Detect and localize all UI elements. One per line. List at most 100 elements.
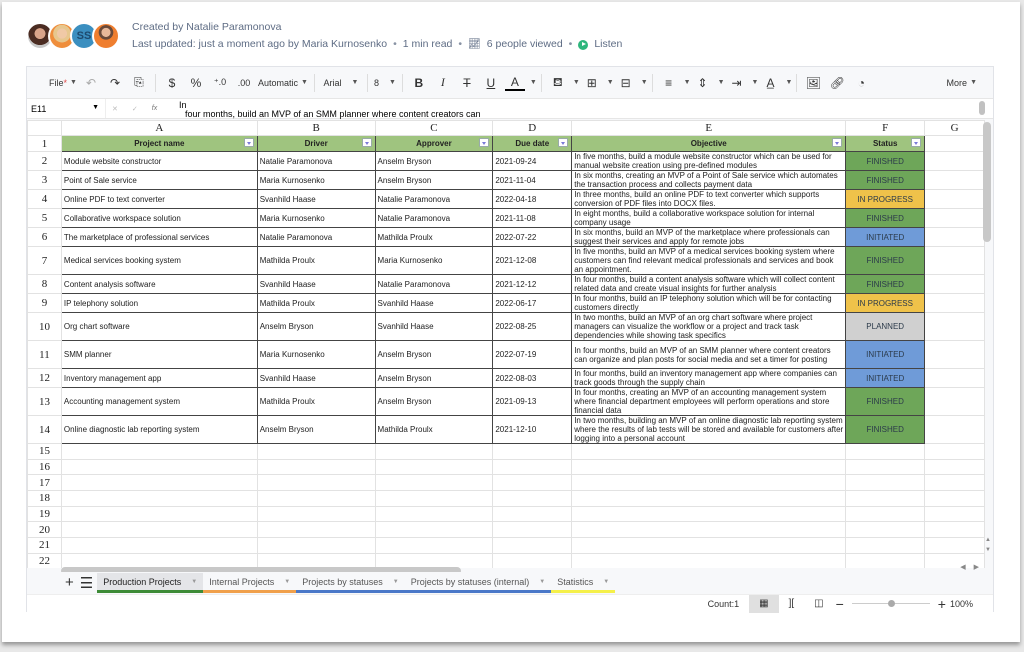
add-sheet-icon[interactable]: + [65,574,74,592]
cell[interactable] [60,505,258,523]
row-number[interactable]: 11 [27,340,62,369]
chevron-down-icon[interactable]: ▼ [641,79,648,86]
cell[interactable] [492,490,573,507]
row-number[interactable]: 2 [27,151,62,171]
cell-driver[interactable]: Mathilda Proulx [256,293,376,313]
cell[interactable] [924,151,985,171]
cell-name[interactable]: Inventory management app [60,368,258,388]
page-break-view-icon[interactable]: ][ [779,595,805,613]
cell-name[interactable]: Module website constructor [60,151,258,171]
chevron-down-icon[interactable]: ▼ [573,79,580,86]
cell[interactable] [256,552,376,568]
column-header[interactable]: E [571,120,847,136]
cell-due[interactable]: 2021-09-13 [492,387,573,416]
row-number[interactable]: 18 [27,490,62,507]
cell-driver[interactable]: Anselm Bryson [256,312,376,341]
cell[interactable] [256,505,376,523]
header-cell[interactable]: Due date [492,135,573,152]
people-viewed-link[interactable]: 6 people viewed [487,36,563,53]
cell-objective[interactable]: In six months, creating an MVP of a Poin… [571,170,847,190]
listen-button[interactable]: Listen [594,36,622,53]
vertical-align-icon[interactable]: ⇕ [693,72,713,94]
row-number[interactable]: 10 [27,312,62,341]
cell-due[interactable]: 2022-06-17 [492,293,573,313]
cell-objective[interactable]: In two months, building an MVP of an onl… [571,415,847,444]
cell[interactable] [845,474,926,492]
cell-due[interactable]: 2022-04-18 [492,189,573,209]
cell[interactable] [924,293,985,313]
merge-cells-icon[interactable]: ⊟ [616,72,636,94]
cell[interactable] [256,474,376,492]
cell[interactable] [492,443,573,460]
cell[interactable] [924,246,985,275]
redo-icon[interactable]: ↷ [105,72,125,94]
header-cell[interactable]: Status [845,135,926,152]
cell-driver[interactable]: Natalie Paramonova [256,151,376,171]
column-header[interactable]: C [374,120,494,136]
chevron-down-icon[interactable]: ▼ [752,79,759,86]
cell-due[interactable]: 2022-08-25 [492,312,573,341]
cell-approver[interactable]: Anselm Bryson [374,340,494,369]
cell-name[interactable]: Point of Sale service [60,170,258,190]
italic-icon[interactable]: I [433,72,453,94]
cell[interactable] [924,387,985,416]
cell-driver[interactable]: Anselm Bryson [256,415,376,444]
filter-dropdown-icon[interactable] [361,138,372,147]
cell-approver[interactable]: Maria Kurnosenko [374,246,494,275]
cell-driver[interactable]: Svanhild Haase [256,368,376,388]
cell-due[interactable]: 2021-12-08 [492,246,573,275]
chevron-down-icon[interactable]: ▼ [603,579,609,585]
zoom-out-icon[interactable]: − [834,595,846,613]
cell[interactable] [374,552,494,568]
borders-icon[interactable]: ⊞ [582,72,602,94]
row-number[interactable]: 13 [27,387,62,416]
formula-input[interactable]: In four months, build an MVP of an SMM p… [175,99,481,119]
chevron-down-icon[interactable]: ▼ [684,79,691,86]
cell-due[interactable]: 2021-11-04 [492,170,573,190]
cell[interactable] [60,443,258,460]
select-all-corner[interactable] [27,120,62,136]
cell[interactable] [845,552,926,568]
cell-driver[interactable]: Svanhild Haase [256,274,376,294]
cell[interactable] [571,490,847,507]
cell-due[interactable]: 2021-11-08 [492,208,573,228]
vertical-scrollbar[interactable] [983,122,991,242]
cell[interactable] [60,552,258,568]
cell[interactable] [60,537,258,554]
cell-approver[interactable]: Natalie Paramonova [374,208,494,228]
paint-format-icon[interactable]: ⎘ [129,72,149,94]
cell-due[interactable]: 2022-08-03 [492,368,573,388]
insert-link-icon[interactable]: 🔗︎ [827,72,847,94]
cell[interactable] [924,537,985,554]
chevron-down-icon[interactable]: ▼ [539,579,545,585]
status-badge[interactable]: FINISHED [845,274,926,294]
zoom-in-icon[interactable]: + [936,595,948,613]
cell[interactable] [924,474,985,492]
header-cell[interactable]: Approver [374,135,494,152]
cell[interactable] [924,208,985,228]
text-wrap-icon[interactable]: ⇥ [727,72,747,94]
row-number[interactable]: 16 [27,458,62,476]
underline-icon[interactable]: U [481,72,501,94]
cell[interactable] [374,521,494,539]
status-badge[interactable]: IN PROGRESS [845,189,926,209]
cell[interactable] [256,537,376,554]
column-header[interactable]: B [256,120,376,136]
text-rotation-icon[interactable]: A̲ [760,72,780,94]
sheet-tab[interactable]: Production Projects ▼ [97,573,204,593]
page-layout-view-icon[interactable]: ◫ [804,595,833,613]
row-number[interactable]: 14 [27,415,62,444]
zoom-slider[interactable] [851,600,930,607]
cell[interactable] [845,443,926,460]
row-number[interactable]: 3 [27,170,62,190]
filter-dropdown-icon[interactable] [479,138,490,147]
cell[interactable] [571,505,847,523]
font-family-dropdown[interactable]: Arial ▼ [321,72,361,94]
row-number[interactable]: 6 [27,227,62,247]
cell[interactable] [60,474,258,492]
horizontal-align-icon[interactable]: ≡ [659,72,679,94]
cell[interactable] [492,552,573,568]
status-badge[interactable]: INITIATED [845,227,926,247]
cell[interactable] [924,505,985,523]
cell[interactable] [845,537,926,554]
